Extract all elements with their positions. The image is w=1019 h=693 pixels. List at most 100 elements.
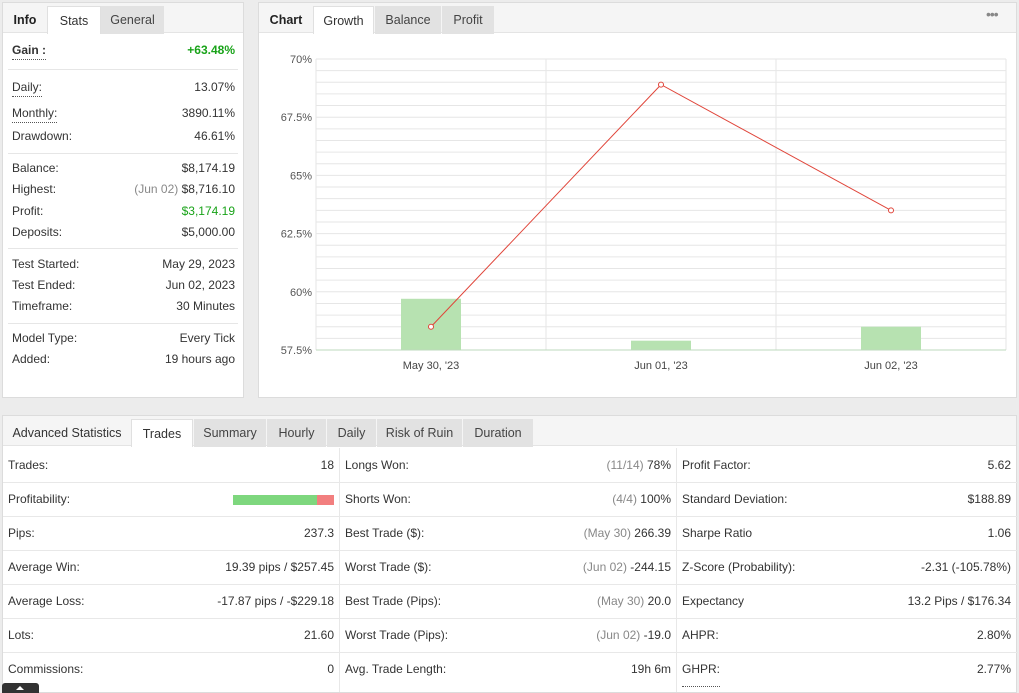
divider bbox=[8, 153, 238, 154]
highest-date: (Jun 02) bbox=[134, 182, 179, 196]
stat-cell: Profit Factor: 5.62 bbox=[677, 448, 1016, 483]
sharpe-ratio-label[interactable]: Sharpe Ratio bbox=[682, 516, 753, 551]
best-trade-usd-label: Best Trade ($): bbox=[345, 526, 425, 540]
stat-cell: Best Trade (Pips): (May 30) 20.0 bbox=[340, 584, 676, 618]
trades-label: Trades: bbox=[8, 458, 49, 472]
x-tick-label: Jun 01, '23 bbox=[634, 360, 687, 372]
growth-line bbox=[430, 83, 892, 328]
tab-growth[interactable]: Growth bbox=[313, 6, 374, 34]
stat-cell: Profitability: bbox=[3, 482, 339, 516]
timeframe-label: Timeframe: bbox=[12, 299, 73, 313]
monthly-row: Monthly: 3890.11% bbox=[12, 104, 235, 123]
stat-cell: Worst Trade (Pips): (Jun 02) -19.0 bbox=[340, 618, 676, 652]
stat-cell: AHPR: 2.80% bbox=[677, 618, 1016, 653]
average-win-value: 19.39 pips / $257.45 bbox=[225, 560, 334, 574]
longs-won-value: 78% bbox=[646, 458, 671, 472]
model-type-value: Every Tick bbox=[179, 331, 235, 345]
tab-chart[interactable]: Chart bbox=[259, 6, 313, 34]
test-ended-label: Test Ended: bbox=[12, 278, 76, 292]
worst-trade-usd-value-wrap: (Jun 02) -244.15 bbox=[583, 550, 671, 584]
added-row: Added: 19 hours ago bbox=[12, 350, 235, 368]
tab-profit[interactable]: Profit bbox=[442, 6, 494, 34]
monthly-label[interactable]: Monthly: bbox=[12, 104, 58, 123]
y-tick-label: 67.5% bbox=[281, 112, 312, 124]
scroll-up-button[interactable] bbox=[2, 683, 39, 693]
ghpr-value: 2.77% bbox=[976, 662, 1011, 676]
y-tick-label: 62.5% bbox=[281, 229, 312, 241]
profit-factor-label[interactable]: Profit Factor: bbox=[682, 448, 751, 483]
lots-value: 21.60 bbox=[303, 628, 334, 642]
daily-label[interactable]: Daily: bbox=[12, 78, 43, 97]
tab-advanced-statistics[interactable]: Advanced Statistics bbox=[3, 419, 131, 447]
test-ended-value: Jun 02, 2023 bbox=[165, 278, 235, 292]
stat-cell: Longs Won: (11/14) 78% bbox=[340, 448, 676, 482]
added-label: Added: bbox=[12, 352, 51, 366]
tab-daily[interactable]: Daily bbox=[327, 419, 376, 447]
best-trade-usd-date: (May 30) bbox=[583, 526, 631, 540]
shorts-won-label: Shorts Won: bbox=[345, 492, 411, 506]
tab-general[interactable]: General bbox=[101, 6, 164, 34]
expectancy-value: 13.2 Pips / $176.34 bbox=[907, 594, 1011, 608]
model-type-row: Model Type: Every Tick bbox=[12, 329, 235, 347]
stat-cell: Shorts Won: (4/4) 100% bbox=[340, 482, 676, 516]
advanced-tabbar: Advanced Statistics Trades Summary Hourl… bbox=[3, 416, 1016, 447]
more-dots-icon[interactable]: ••• bbox=[986, 7, 1004, 21]
shorts-won-count: (4/4) bbox=[612, 492, 637, 506]
y-tick-label: 57.5% bbox=[281, 345, 312, 357]
tab-stats[interactable]: Stats bbox=[47, 6, 101, 34]
longs-won-label: Longs Won: bbox=[345, 458, 409, 472]
growth-point bbox=[658, 81, 664, 88]
drawdown-value: 46.61% bbox=[194, 129, 235, 143]
tab-hourly[interactable]: Hourly bbox=[267, 419, 326, 447]
z-score-label[interactable]: Z-Score (Probability): bbox=[682, 550, 796, 585]
expectancy-label[interactable]: Expectancy bbox=[682, 584, 745, 619]
x-tick-label: May 30, '23 bbox=[403, 360, 460, 372]
z-score-value: -2.31 (-105.78%) bbox=[920, 560, 1011, 574]
lots-label: Lots: bbox=[8, 628, 35, 642]
profitability-label: Profitability: bbox=[8, 492, 71, 506]
tab-info[interactable]: Info bbox=[3, 6, 47, 34]
tab-balance[interactable]: Balance bbox=[375, 6, 441, 34]
info-panel: Info Stats General Gain : +63.48% Daily:… bbox=[2, 2, 244, 398]
longs-won-count: (11/14) bbox=[606, 458, 644, 472]
deposits-label: Deposits: bbox=[12, 225, 63, 239]
standard-deviation-value: $188.89 bbox=[967, 492, 1011, 506]
worst-trade-usd-label: Worst Trade ($): bbox=[345, 560, 432, 574]
stat-cell: Commissions: 0 bbox=[3, 652, 339, 686]
test-started-label: Test Started: bbox=[12, 257, 80, 271]
test-started-value: May 29, 2023 bbox=[162, 257, 235, 271]
pips-label: Pips: bbox=[8, 526, 35, 540]
pips-value: 237.3 bbox=[303, 526, 334, 540]
profitability-bar-loss bbox=[317, 495, 334, 505]
stat-cell: Average Loss: -17.87 pips / -$229.18 bbox=[3, 584, 339, 618]
growth-point bbox=[428, 323, 434, 330]
deposits-row: Deposits: $5,000.00 bbox=[12, 223, 235, 241]
x-tick-label: Jun 02, '23 bbox=[864, 360, 917, 372]
growth-bar bbox=[861, 326, 921, 350]
tab-duration[interactable]: Duration bbox=[463, 419, 533, 447]
gain-label[interactable]: Gain : bbox=[12, 41, 47, 60]
highest-value: $8,716.10 bbox=[181, 182, 235, 196]
tab-summary[interactable]: Summary bbox=[194, 419, 266, 447]
profit-row: Profit: $3,174.19 bbox=[12, 202, 235, 220]
ghpr-label[interactable]: GHPR: bbox=[682, 652, 721, 687]
stat-cell: Pips: 237.3 bbox=[3, 516, 339, 550]
commissions-value: 0 bbox=[327, 662, 334, 676]
gain-row: Gain : +63.48% bbox=[12, 41, 235, 60]
stat-cell: Z-Score (Probability): -2.31 (-105.78%) bbox=[677, 550, 1016, 585]
tab-risk-of-ruin[interactable]: Risk of Ruin bbox=[377, 419, 462, 447]
growth-point bbox=[888, 207, 894, 214]
y-tick-label: 65% bbox=[290, 170, 312, 182]
profit-value: $3,174.19 bbox=[181, 204, 235, 218]
sharpe-ratio-value: 1.06 bbox=[987, 526, 1011, 540]
ahpr-label[interactable]: AHPR: bbox=[682, 618, 719, 653]
y-tick-label: 60% bbox=[290, 287, 312, 299]
stat-cell: Avg. Trade Length: 19h 6m bbox=[340, 652, 676, 686]
divider bbox=[8, 323, 238, 324]
profit-label: Profit: bbox=[12, 204, 44, 218]
standard-deviation-label[interactable]: Standard Deviation: bbox=[682, 482, 788, 517]
ahpr-value: 2.80% bbox=[976, 628, 1011, 642]
tab-trades[interactable]: Trades bbox=[131, 419, 193, 447]
best-trade-pips-label: Best Trade (Pips): bbox=[345, 594, 442, 608]
row-divider bbox=[3, 516, 1018, 517]
